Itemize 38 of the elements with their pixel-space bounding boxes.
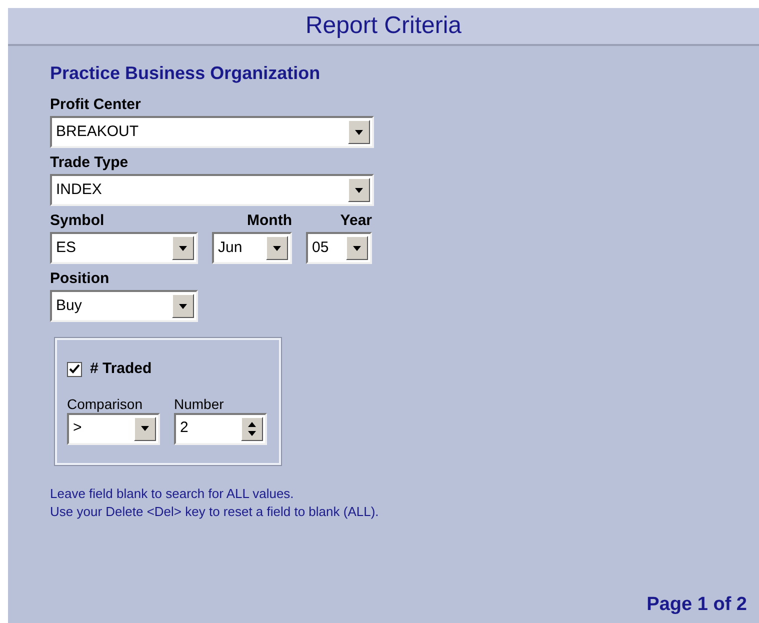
organization-heading: Practice Business Organization xyxy=(50,62,322,84)
dropdown-button[interactable] xyxy=(346,236,368,260)
dropdown[interactable]: INDEX xyxy=(50,174,374,206)
dropdown[interactable]: ES xyxy=(50,232,198,264)
dropdown-arrow-icon xyxy=(179,246,187,250)
dropdown[interactable]: 05 xyxy=(306,232,372,264)
dropdown-button[interactable] xyxy=(266,236,288,260)
traded-label: # Traded xyxy=(90,359,152,379)
dropdown[interactable]: BREAKOUT xyxy=(50,116,374,148)
hint-text: Use your Delete <Del> key to reset a field to blank (ALL). xyxy=(50,503,380,521)
dropdown-arrow-icon xyxy=(353,246,361,250)
field-label: Symbol xyxy=(50,212,106,230)
field-label: Year xyxy=(339,212,372,230)
dropdown-button[interactable] xyxy=(134,416,156,440)
field-label: Trade Type xyxy=(50,154,130,172)
dropdown-button[interactable] xyxy=(348,178,370,202)
dropdown[interactable]: > xyxy=(67,412,160,444)
number-spinner[interactable]: 2 xyxy=(174,412,267,444)
dropdown-button[interactable] xyxy=(172,236,194,260)
field-label: Profit Center xyxy=(50,96,142,114)
field-label: Number xyxy=(174,394,225,412)
dropdown-button[interactable] xyxy=(172,294,194,318)
dropdown[interactable]: Buy xyxy=(50,290,198,322)
dropdown[interactable]: Jun xyxy=(212,232,292,264)
spinner-arrows-icon[interactable] xyxy=(241,416,263,440)
dropdown-arrow-icon xyxy=(355,130,363,134)
field-label: Comparison xyxy=(67,394,144,412)
dropdown-arrow-icon xyxy=(273,246,281,250)
page-indicator: Page 1 of 2 xyxy=(646,592,747,616)
traded-checkbox[interactable] xyxy=(67,362,82,377)
dropdown-arrow-icon xyxy=(355,188,363,192)
dropdown-button[interactable] xyxy=(348,120,370,144)
dropdown-arrow-icon xyxy=(179,304,187,308)
header-title: Report Criteria xyxy=(305,11,462,41)
field-label: Position xyxy=(50,270,110,288)
dropdown-arrow-icon xyxy=(141,426,149,431)
hint-text: Leave field blank to search for ALL values. xyxy=(50,485,295,503)
field-label: Month xyxy=(246,212,292,230)
